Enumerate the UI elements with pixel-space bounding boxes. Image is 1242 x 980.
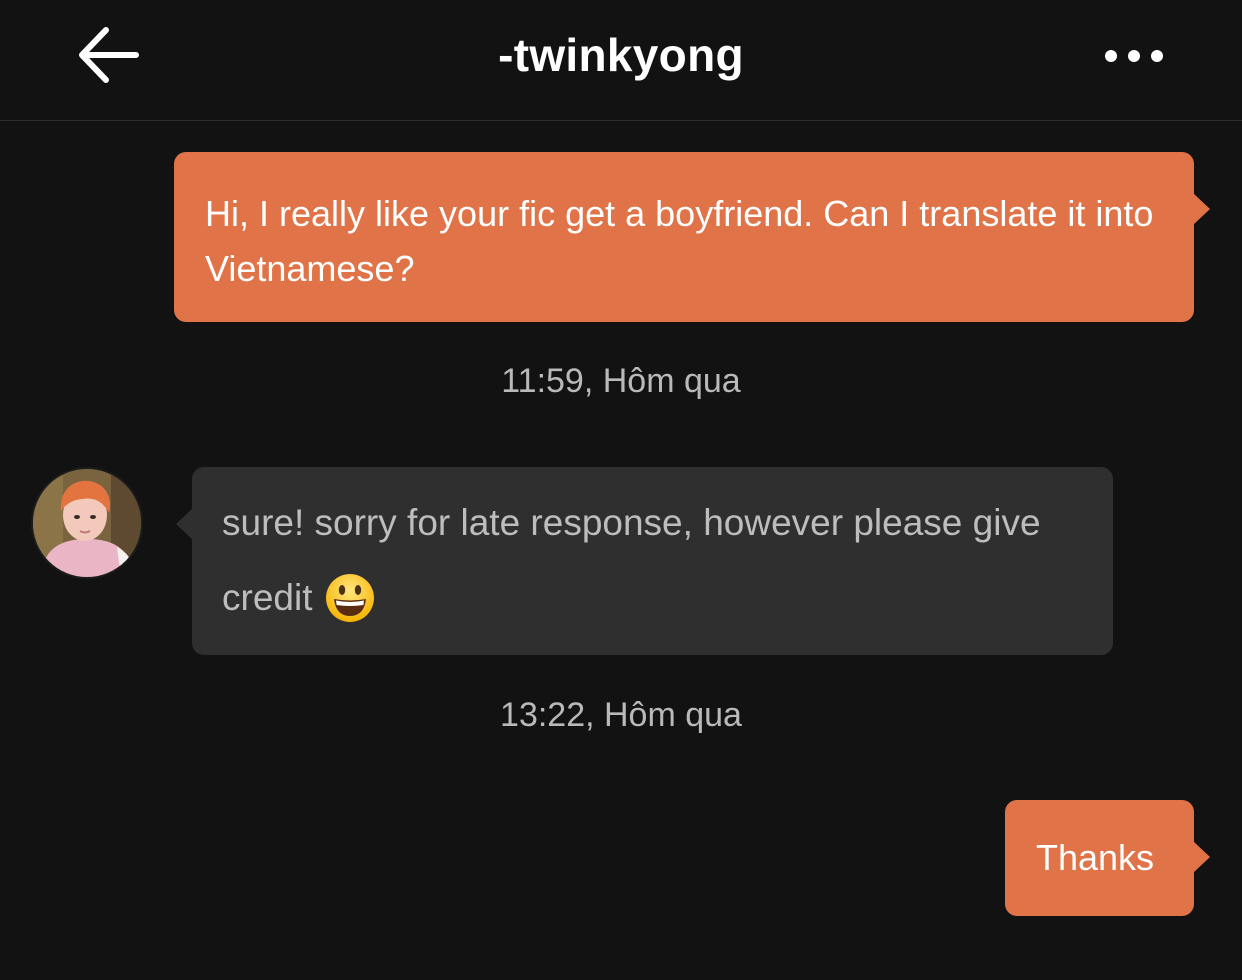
outgoing-message-bubble[interactable]: Thanks	[1005, 800, 1210, 916]
message-text: Hi, I really like your fic get a boyfrie…	[205, 193, 1154, 289]
message-text-line-1: sure! sorry for late response, however p…	[222, 502, 1041, 543]
message-text: Thanks	[1036, 837, 1155, 878]
top-bar: -twinkyong	[0, 0, 1242, 121]
sender-avatar[interactable]	[31, 467, 143, 579]
outgoing-message-bubble[interactable]: Hi, I really like your fic get a boyfrie…	[174, 152, 1210, 322]
message-timestamp: 13:22, Hôm qua	[500, 696, 742, 734]
incoming-message-bubble[interactable]: sure! sorry for late response, however p…	[176, 467, 1113, 655]
message-text-line-2-row: credit	[222, 572, 1085, 624]
message-text-line-2: credit	[222, 577, 313, 618]
grinning-face-emoji-icon	[324, 572, 376, 624]
message-timestamp: 11:59, Hôm qua	[501, 362, 741, 400]
conversation-title: -twinkyong	[498, 29, 744, 81]
more-options-button[interactable]	[1098, 36, 1170, 76]
avatar-photo	[33, 469, 141, 577]
more-horizontal-icon	[1105, 50, 1163, 62]
